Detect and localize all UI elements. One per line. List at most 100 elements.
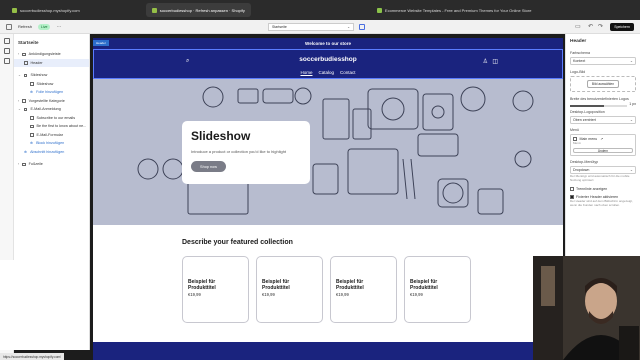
product-card[interactable]: Beispiel für Produkttitel €19,99 (256, 256, 323, 323)
desktop-menu-type-label: Desktop-Menütyp (570, 160, 599, 164)
product-price: €19,99 (188, 292, 201, 297)
lens-ring-graphic (442, 182, 464, 204)
sections-sidebar: Startseite › Ankündigungsleiste Header ⌄ S… (14, 34, 90, 260)
camera-lens-graphic (381, 97, 405, 121)
external-link-icon[interactable]: ↗ (600, 137, 603, 141)
desktop-menu-type-select[interactable]: Dropdown ⌄ (570, 166, 636, 174)
cart-icon[interactable]: ◫ (492, 58, 498, 65)
magnifier-graphic (202, 86, 224, 108)
watch-graphic (262, 88, 294, 104)
logo-width-value: 1 px (629, 102, 636, 106)
shopify-icon (151, 7, 157, 13)
product-title: Beispiel für Produkttitel (336, 279, 364, 291)
nav-home[interactable]: Home (300, 70, 312, 75)
announcement-bar[interactable]: Welcome to our store (93, 38, 563, 49)
text-icon (30, 124, 34, 128)
sidebar-item-email-form[interactable]: E-Mail-Formular (14, 131, 89, 140)
sidebar-empty-area (0, 260, 90, 350)
nav-catalog[interactable]: Catalog (318, 70, 334, 75)
chevron-down-icon: ⌄ (18, 73, 21, 78)
sections-icon[interactable] (3, 38, 10, 44)
camera-graphic (367, 88, 419, 130)
sidebar-item-email-signup[interactable]: ⌄ E-Mail-Anmeldung (14, 105, 89, 114)
glasses-right-graphic (162, 158, 184, 180)
product-title: Beispiel für Produkttitel (410, 279, 438, 291)
store-header[interactable]: ⌕ soccerbudiesshop Home Catalog Contact … (93, 49, 563, 79)
product-card[interactable]: Beispiel für Produkttitel €19,99 (330, 256, 397, 323)
add-slide-link[interactable]: ⊕ Folie hinzufügen (14, 88, 89, 97)
divider-checkbox-row[interactable]: Trennlinie anzeigen (570, 187, 636, 192)
pouch-graphic (312, 163, 339, 195)
next-section-band[interactable] (93, 342, 563, 360)
save-button[interactable]: Speichern (610, 23, 634, 31)
color-scheme-select[interactable]: Kontext ⌄ (570, 57, 636, 65)
chevron-down-icon: ⌄ (629, 168, 633, 172)
account-icon[interactable]: ♙ (483, 58, 488, 65)
sidebar-item-announcement[interactable]: › Ankündigungsleiste (14, 50, 89, 59)
exit-icon[interactable] (6, 23, 12, 30)
menu-sub: Menü (573, 141, 581, 145)
browser-tab[interactable]: Ecommerce Website Templates - Free and P… (371, 3, 538, 17)
desktop-logo-position-label: Desktop-Logoposition (570, 110, 605, 114)
more-options-icon[interactable]: ··· (56, 24, 61, 30)
sidebar-title: Startseite (18, 40, 39, 45)
phone-graphic (477, 188, 504, 215)
panel-title: Header (570, 39, 587, 44)
product-grid: Beispiel für Produkttitel €19,99 Beispie… (182, 256, 563, 323)
slideshow-hero[interactable]: Slideshow Introduce a product or collect… (93, 79, 563, 225)
menu-picker: Main menu ↗ Menü Ändern (570, 134, 636, 156)
theme-settings-icon[interactable] (3, 48, 10, 54)
undo-icon[interactable]: ↶ (588, 23, 593, 30)
color-scheme-label: Farbschema (570, 51, 590, 55)
slideshow-subtitle[interactable]: Introduce a product or collection you'd … (191, 149, 301, 154)
map-graphic (187, 178, 249, 215)
section-icon (22, 99, 26, 103)
logo-width-slider[interactable] (570, 105, 628, 107)
sidebar-item-heading[interactable]: Subscribe to our emails (14, 114, 89, 123)
logo-width-row: 1 px (570, 101, 636, 107)
inspector-icon[interactable] (359, 23, 365, 30)
sidebar-item-slide[interactable]: Slideshow (14, 80, 89, 89)
sidebar-item-paragraph[interactable]: Be the first to know about ne... (14, 122, 89, 131)
chevron-right-icon: › (18, 162, 20, 167)
nav-contact[interactable]: Contact (340, 70, 356, 75)
featured-collection-title[interactable]: Describe your featured collection (182, 239, 563, 246)
add-block-link[interactable]: ⊕ Block hinzufügen (14, 139, 89, 148)
passport-book-graphic (422, 93, 454, 131)
status-bar-url: https://soccerbudiesshop.myshopify.com/ (0, 353, 65, 360)
chevron-down-icon: ⌄ (347, 24, 350, 29)
select-image-button[interactable]: Bild auswählen (586, 80, 620, 88)
product-card[interactable]: Beispiel für Produkttitel €19,99 (404, 256, 471, 323)
redo-icon[interactable]: ↷ (598, 23, 603, 30)
sidebar-item-featured-collection[interactable]: › Vorgestellte Kategorie (14, 97, 89, 106)
sidebar-item-footer[interactable]: › Fußzeile (14, 160, 89, 169)
section-icon (24, 61, 28, 65)
page-icon (376, 7, 382, 13)
divider-checkbox[interactable] (570, 187, 574, 192)
browser-tab-active[interactable]: soccerbudiesshop · Refresh anpassen · Sh… (145, 3, 251, 17)
shop-now-button[interactable]: Shop now (191, 161, 226, 172)
plus-icon: ⊕ (24, 149, 28, 154)
apps-icon[interactable] (3, 58, 10, 64)
device-preview-icon[interactable]: ▭ (575, 23, 581, 30)
pencils-graphic (402, 158, 416, 200)
add-section-link[interactable]: ⊕ Abschnitt hinzufügen (14, 148, 89, 157)
sidebar-item-slideshow[interactable]: ⌄ Slideshow (14, 71, 89, 80)
chevron-right-icon: › (18, 98, 20, 103)
browser-tab[interactable]: soccerbudiesshop.myshopify.com (6, 3, 86, 17)
sidebar-item-header[interactable]: Header (14, 58, 89, 67)
product-card[interactable]: Beispiel für Produkttitel €19,99 (182, 256, 249, 323)
search-icon[interactable]: ⌕ (186, 58, 189, 65)
phone-small-graphic (237, 88, 259, 104)
notebook-graphic (322, 98, 350, 140)
store-name[interactable]: soccerbudiesshop (299, 56, 356, 63)
change-menu-button[interactable]: Ändern (573, 147, 633, 154)
hero-illustration (137, 86, 534, 215)
desktop-logo-position-select[interactable]: Oben zentriert ⌄ (570, 116, 636, 124)
page-selector[interactable]: Startseite ⌄ (268, 22, 354, 31)
menu-name: Main menu (579, 137, 598, 141)
chevron-down-icon: ⌄ (629, 59, 633, 63)
slideshow-title[interactable]: Slideshow (191, 129, 301, 143)
shopify-icon (12, 7, 17, 13)
cup-graphic (460, 86, 486, 112)
